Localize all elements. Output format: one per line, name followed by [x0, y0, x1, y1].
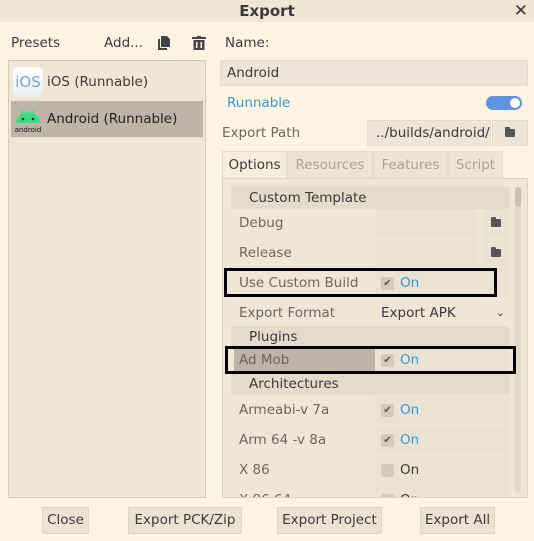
svg-text:android: android [15, 126, 42, 134]
tab-script[interactable]: Script [448, 151, 503, 179]
export-project-button[interactable]: Export Project [277, 507, 382, 534]
row-arch: X 86 64 On [231, 486, 509, 497]
title-bar: Export [0, 0, 534, 22]
checkbox-empty-icon [381, 493, 394, 497]
ios-icon: iOS [13, 67, 43, 97]
options-panel: Custom Template Debug Release Use Custom… [222, 178, 528, 498]
highlight-box-custom-build [224, 268, 497, 297]
checkbox-empty-icon [381, 463, 394, 477]
chevron-down-icon: ⌄ [495, 306, 505, 319]
row-arch: Armeabi-v 7a ✔ On [231, 396, 509, 424]
scrollbar[interactable] [515, 187, 521, 493]
preset-label: Android (Runnable) [47, 111, 178, 127]
release-label: Release [239, 245, 292, 261]
highlight-box-ad-mob [225, 346, 516, 374]
export-pck-zip-button[interactable]: Export PCK/Zip [128, 507, 242, 534]
trash-icon[interactable] [192, 36, 206, 50]
arch-checkbox[interactable]: On [375, 456, 509, 484]
arch-label: Arm 64 -v 8a [239, 432, 327, 448]
section-custom-template: Custom Template [231, 187, 509, 209]
export-format-dropdown[interactable]: Export APK ⌄ [375, 299, 509, 327]
presets-label: Presets [11, 35, 61, 51]
arch-checkbox[interactable]: ✔ On [375, 396, 509, 424]
arch-checkbox[interactable]: On [375, 486, 509, 497]
runnable-label: Runnable [227, 95, 291, 111]
close-icon[interactable]: ✕ [514, 0, 528, 22]
section-plugins: Plugins [231, 326, 509, 348]
value-text: On [400, 432, 420, 448]
release-browse-button[interactable] [483, 239, 509, 267]
section-architectures: Architectures [231, 373, 509, 395]
row-release: Release [231, 239, 509, 267]
preset-label: iOS (Runnable) [47, 74, 149, 90]
row-export-format: Export Format Export APK ⌄ [231, 299, 509, 327]
value-text: On [400, 402, 420, 418]
debug-label: Debug [239, 215, 284, 231]
export-all-button[interactable]: Export All [420, 507, 495, 534]
folder-icon [491, 217, 501, 227]
android-icon: android [15, 109, 42, 134]
value-text: On [400, 486, 419, 497]
check-icon: ✔ [381, 403, 394, 417]
release-path-input[interactable] [375, 239, 477, 267]
window-title: Export [239, 2, 295, 20]
folder-icon [491, 247, 501, 257]
arch-label: X 86 64 [239, 486, 291, 497]
row-arch: X 86 On [231, 456, 509, 484]
runnable-toggle[interactable] [486, 96, 522, 110]
name-label: Name: [225, 35, 270, 51]
preset-item-android[interactable]: android Android (Runnable) [11, 101, 203, 137]
tab-features[interactable]: Features [373, 151, 448, 179]
export-path-label: Export Path [222, 125, 301, 141]
export-format-label: Export Format [239, 305, 336, 321]
arch-label: Armeabi-v 7a [239, 402, 330, 418]
tab-resources[interactable]: Resources [287, 151, 373, 179]
tab-options[interactable]: Options [222, 151, 287, 179]
value-text: On [400, 462, 420, 478]
name-input[interactable]: Android [220, 60, 528, 86]
row-debug: Debug [231, 209, 509, 237]
debug-path-input[interactable] [375, 209, 477, 237]
arch-label: X 86 [239, 462, 270, 478]
close-button[interactable]: Close [42, 507, 89, 534]
value-text: Export APK [381, 305, 456, 321]
debug-browse-button[interactable] [483, 209, 509, 237]
folder-icon [505, 127, 515, 137]
arch-checkbox[interactable]: ✔ On [375, 426, 509, 454]
preset-list: iOS iOS (Runnable) android Android (Runn… [8, 60, 206, 498]
duplicate-icon[interactable] [158, 36, 171, 50]
export-path-browse-button[interactable] [492, 120, 528, 146]
preset-item-ios[interactable]: iOS iOS (Runnable) [11, 64, 203, 100]
check-icon: ✔ [381, 433, 394, 447]
export-path-input[interactable]: ../builds/android/ [367, 120, 491, 146]
add-preset-button[interactable]: Add... [104, 35, 143, 51]
row-arch: Arm 64 -v 8a ✔ On [231, 426, 509, 454]
